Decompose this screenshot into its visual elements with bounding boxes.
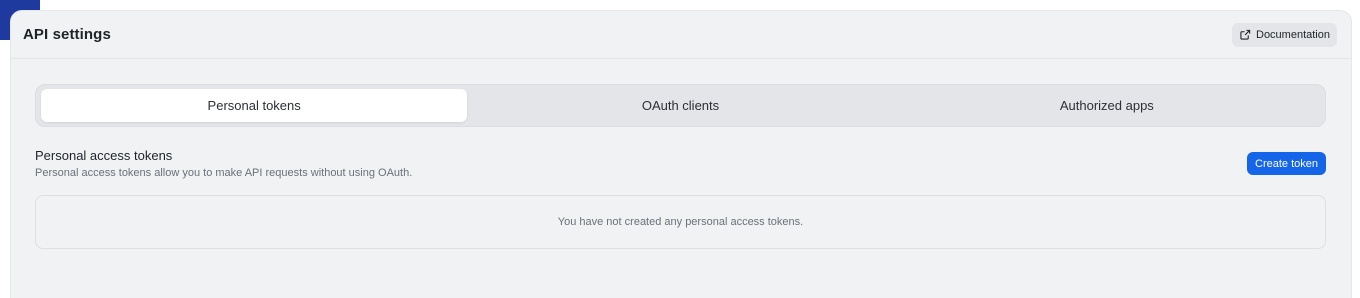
panel-header: API settings Documentation xyxy=(11,11,1351,59)
tab-oauth-clients[interactable]: OAuth clients xyxy=(467,89,893,122)
tab-personal-tokens[interactable]: Personal tokens xyxy=(41,89,468,122)
section-description: Personal access tokens allow you to make… xyxy=(35,167,413,179)
tokens-empty-state: You have not created any personal access… xyxy=(35,195,1326,249)
section-title: Personal access tokens xyxy=(35,148,173,163)
panel-content: Personal tokens OAuth clients Authorized… xyxy=(11,59,1351,249)
tab-bar: Personal tokens OAuth clients Authorized… xyxy=(35,84,1326,127)
api-settings-panel: API settings Documentation Personal toke… xyxy=(10,10,1352,298)
section-text: Personal access tokens Personal access t… xyxy=(35,148,412,179)
documentation-button[interactable]: Documentation xyxy=(1232,22,1337,47)
tab-authorized-apps[interactable]: Authorized apps xyxy=(894,89,1320,122)
create-token-button[interactable]: Create token xyxy=(1247,152,1326,175)
external-link-icon xyxy=(1240,29,1251,40)
page-title: API settings xyxy=(23,26,111,43)
empty-state-message: You have not created any personal access… xyxy=(557,216,804,228)
documentation-label: Documentation xyxy=(1256,28,1330,41)
section-header: Personal access tokens Personal access t… xyxy=(35,148,1326,179)
